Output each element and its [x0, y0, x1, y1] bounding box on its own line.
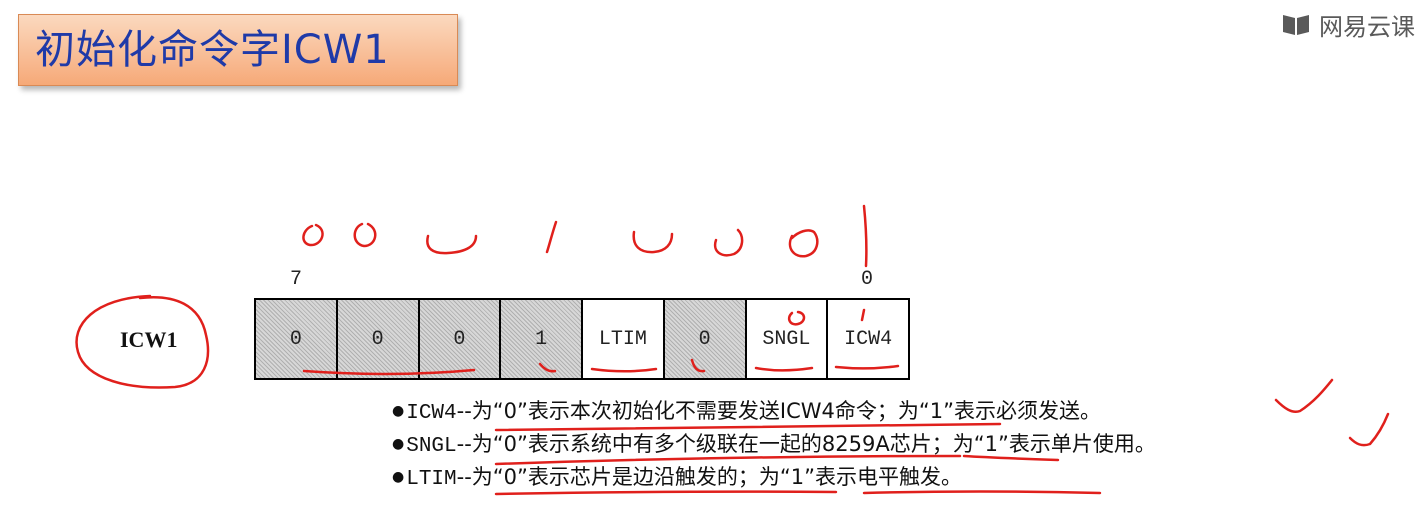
ink-check-2 [1348, 412, 1390, 447]
note-ltim-text: --为“0”表示芯片是边沿触发的；为“1”表示电平触发。 [456, 465, 963, 489]
ink-check-1 [1274, 378, 1334, 413]
bit-cell-5: 0 [419, 300, 502, 378]
ink-digit-0-e [713, 228, 744, 257]
bit-cell-3: LTIM [583, 300, 665, 378]
note-sngl-name: SNGL [406, 435, 457, 458]
book-icon [1283, 15, 1309, 35]
bit-cell-4: 1 [501, 300, 583, 378]
bit-cell-7: 0 [256, 300, 338, 378]
note-icw4-name: ICW4 [406, 402, 457, 425]
ink-digit-0-d [632, 230, 674, 254]
note-icw4-text: --为“0”表示本次初始化不需要发送ICW4命令；为“1”表示必须发送。 [456, 399, 1102, 423]
ink-digit-0-f [788, 229, 819, 258]
icw1-register: 0 0 0 1 LTIM 0 SNGL ICW4 [254, 298, 910, 380]
bit-notes: ●ICW4--为“0”表示本次初始化不需要发送ICW4命令；为“1”表示必须发送… [392, 396, 1156, 495]
bit-cell-2: 0 [664, 300, 747, 378]
note-ltim: ●LTIM--为“0”表示芯片是边沿触发的；为“1”表示电平触发。 [392, 465, 963, 491]
brand-logo: 网易云课 [1281, 8, 1415, 41]
ink-digit-1-b [862, 204, 868, 268]
bit-cell-6: 0 [337, 300, 420, 378]
page-title: 初始化命令字ICW1 [35, 27, 390, 73]
note-icw4: ●ICW4--为“0”表示本次初始化不需要发送ICW4命令；为“1”表示必须发送… [392, 399, 1102, 425]
msb-label: 7 [290, 268, 303, 291]
brand-name: 网易云课 [1319, 12, 1415, 41]
bit-cell-1: SNGL [746, 300, 829, 378]
ink-digit-0-c [426, 234, 478, 255]
note-ltim-name: LTIM [406, 468, 457, 491]
title-banner: 初始化命令字ICW1 [18, 14, 458, 86]
ink-digit-0-b [353, 222, 377, 248]
note-sngl-text: --为“0”表示系统中有多个级联在一起的8259A芯片；为“1”表示单片使用。 [456, 432, 1156, 456]
ink-digit-1-a [545, 220, 558, 254]
note-sngl: ●SNGL--为“0”表示系统中有多个级联在一起的8259A芯片；为“1”表示单… [392, 432, 1156, 458]
bit-cell-0: ICW4 [828, 300, 908, 378]
ink-digit-0-a [302, 223, 324, 247]
lsb-label: 0 [861, 268, 874, 291]
register-name: ICW1 [120, 327, 178, 352]
